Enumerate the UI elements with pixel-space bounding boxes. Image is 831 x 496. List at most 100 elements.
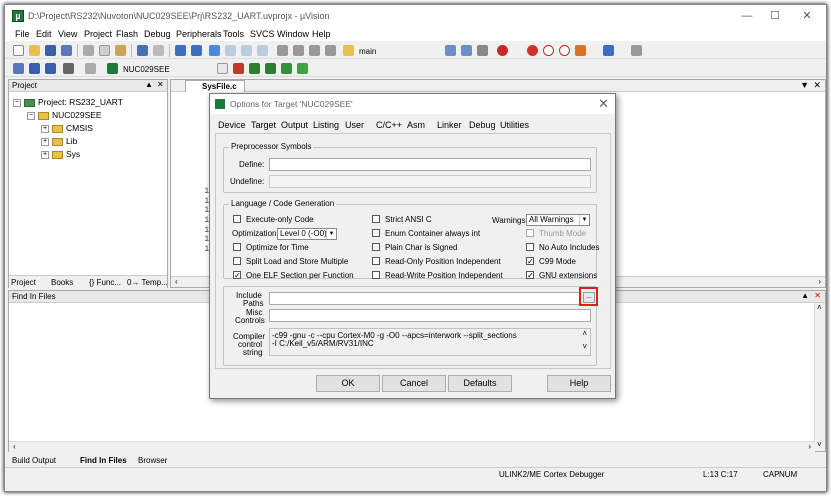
- redo-icon[interactable]: [153, 45, 164, 56]
- tab-project[interactable]: Project: [11, 278, 36, 287]
- clear-bookmarks-icon[interactable]: [257, 45, 268, 56]
- nav-forward-icon[interactable]: [191, 45, 202, 56]
- tab-debug[interactable]: Debug: [469, 120, 496, 130]
- target-combo[interactable]: main: [359, 47, 376, 56]
- menu-edit[interactable]: Edit: [36, 29, 52, 39]
- menu-debug[interactable]: Debug: [144, 29, 171, 39]
- paste-icon[interactable]: [115, 45, 126, 56]
- find-hscrollbar[interactable]: ‹ ›: [9, 441, 815, 452]
- split-load-checkbox[interactable]: [233, 257, 241, 265]
- expand-icon[interactable]: +: [41, 150, 49, 159]
- tab-asm[interactable]: Asm: [407, 120, 425, 130]
- comment-icon[interactable]: [309, 45, 320, 56]
- close-tab-icon[interactable]: ✕: [813, 80, 821, 91]
- tab-output[interactable]: Output: [281, 120, 308, 130]
- nav-back-icon[interactable]: [175, 45, 186, 56]
- menu-svcs[interactable]: SVCS: [250, 29, 275, 39]
- c99-checkbox[interactable]: ✓: [526, 257, 534, 266]
- tab-templates[interactable]: 0→ Temp...: [127, 278, 168, 287]
- define-input[interactable]: [269, 158, 591, 171]
- target-options-icon[interactable]: [217, 63, 228, 74]
- pane-close-icon[interactable]: ✕: [814, 291, 821, 300]
- scroll-right-icon[interactable]: ›: [818, 277, 821, 286]
- pin-icon[interactable]: ▲: [145, 80, 153, 89]
- ro-pi-checkbox[interactable]: [372, 257, 380, 265]
- disable-breakpoint-icon[interactable]: [543, 45, 554, 56]
- rebuild-icon[interactable]: [45, 63, 56, 74]
- menu-project[interactable]: Project: [84, 29, 112, 39]
- window-layout-icon[interactable]: [603, 45, 614, 56]
- unindent-icon[interactable]: [293, 45, 304, 56]
- tree-group-lib[interactable]: + Lib: [41, 136, 77, 146]
- scroll-down-icon[interactable]: ˅: [817, 440, 822, 449]
- find-target-icon[interactable]: [343, 45, 354, 56]
- undefine-input[interactable]: [269, 175, 591, 188]
- tree-group-sys[interactable]: + Sys: [41, 149, 80, 159]
- expand-icon[interactable]: +: [41, 137, 49, 146]
- optimize-time-checkbox[interactable]: [233, 243, 241, 251]
- manage-project-icon[interactable]: [233, 63, 244, 74]
- translate-icon[interactable]: [13, 63, 24, 74]
- manage-packs-icon[interactable]: [249, 63, 260, 74]
- compiler-control-string[interactable]: -c99 -gnu -c --cpu Cortex-M0 -g -O0 --ap…: [269, 328, 591, 356]
- save-icon[interactable]: [45, 45, 56, 56]
- undo-icon[interactable]: [137, 45, 148, 56]
- indent-icon[interactable]: [277, 45, 288, 56]
- expand-icon[interactable]: +: [41, 124, 49, 133]
- help-button[interactable]: Help: [547, 375, 611, 392]
- tree-root[interactable]: − Project: RS232_UART: [13, 97, 123, 107]
- save-all-icon[interactable]: [61, 45, 72, 56]
- scroll-up-icon[interactable]: ˄: [582, 329, 587, 338]
- tree-group-cmsis[interactable]: + CMSIS: [41, 123, 93, 133]
- tab-books[interactable]: Books: [51, 278, 73, 287]
- clear-breakpoints-icon[interactable]: [559, 45, 570, 56]
- configure-icon[interactable]: [631, 45, 642, 56]
- select-packs-icon[interactable]: [265, 63, 276, 74]
- dialog-close-button[interactable]: ✕: [598, 96, 609, 112]
- tab-functions[interactable]: {} Func...: [89, 278, 121, 287]
- pin-icon[interactable]: ▲: [801, 291, 809, 300]
- menu-file[interactable]: File: [15, 29, 30, 39]
- tab-linker[interactable]: Linker: [437, 120, 462, 130]
- collapse-icon[interactable]: −: [13, 98, 21, 107]
- menu-tools[interactable]: Tools: [223, 29, 244, 39]
- prev-bookmark-icon[interactable]: [225, 45, 236, 56]
- ok-button[interactable]: OK: [316, 375, 380, 392]
- open-file-icon[interactable]: [29, 45, 40, 56]
- execute-only-checkbox[interactable]: [233, 215, 241, 223]
- dropdown-arrow-icon[interactable]: ▼: [579, 215, 589, 225]
- scroll-left-icon[interactable]: ‹: [13, 442, 16, 451]
- tab-target[interactable]: Target: [251, 120, 276, 130]
- tab-find-in-files[interactable]: Find In Files: [80, 456, 127, 465]
- scroll-left-icon[interactable]: ‹: [175, 277, 178, 286]
- target-select[interactable]: NUC029SEE: [123, 65, 170, 74]
- scroll-up-icon[interactable]: ˄: [817, 303, 822, 312]
- dropdown-arrow-icon[interactable]: ▼: [326, 229, 336, 239]
- menu-window[interactable]: Window: [277, 29, 309, 39]
- gnu-ext-checkbox[interactable]: ✓: [526, 271, 534, 280]
- thumb-mode-checkbox[interactable]: [526, 229, 534, 237]
- tab-listing[interactable]: Listing: [313, 120, 339, 130]
- find-in-files-icon[interactable]: [445, 45, 456, 56]
- include-paths-input[interactable]: [269, 292, 580, 305]
- run-time-env-icon[interactable]: [281, 63, 292, 74]
- one-elf-checkbox[interactable]: ✓: [233, 271, 241, 280]
- scroll-right-icon[interactable]: ›: [808, 442, 811, 451]
- breakpoint-icon[interactable]: [527, 45, 538, 56]
- close-button[interactable]: ✕: [795, 8, 819, 24]
- download-icon[interactable]: [63, 63, 74, 74]
- maximize-button[interactable]: ☐: [763, 8, 787, 24]
- tab-c-cpp[interactable]: C/C++: [376, 120, 402, 130]
- menu-peripherals[interactable]: Peripherals: [176, 29, 222, 39]
- optimization-select[interactable]: Level 0 (-O0) ▼: [277, 228, 337, 240]
- warnings-select[interactable]: All Warnings ▼: [526, 214, 590, 226]
- defaults-button[interactable]: Defaults: [448, 375, 512, 392]
- no-auto-includes-checkbox[interactable]: [526, 243, 534, 251]
- minimize-button[interactable]: —: [735, 8, 759, 24]
- collapse-icon[interactable]: −: [27, 111, 35, 120]
- tab-device[interactable]: Device: [218, 120, 246, 130]
- menu-view[interactable]: View: [58, 29, 77, 39]
- tab-utilities[interactable]: Utilities: [500, 120, 529, 130]
- kill-breakpoints-icon[interactable]: [575, 45, 586, 56]
- plain-char-checkbox[interactable]: [372, 243, 380, 251]
